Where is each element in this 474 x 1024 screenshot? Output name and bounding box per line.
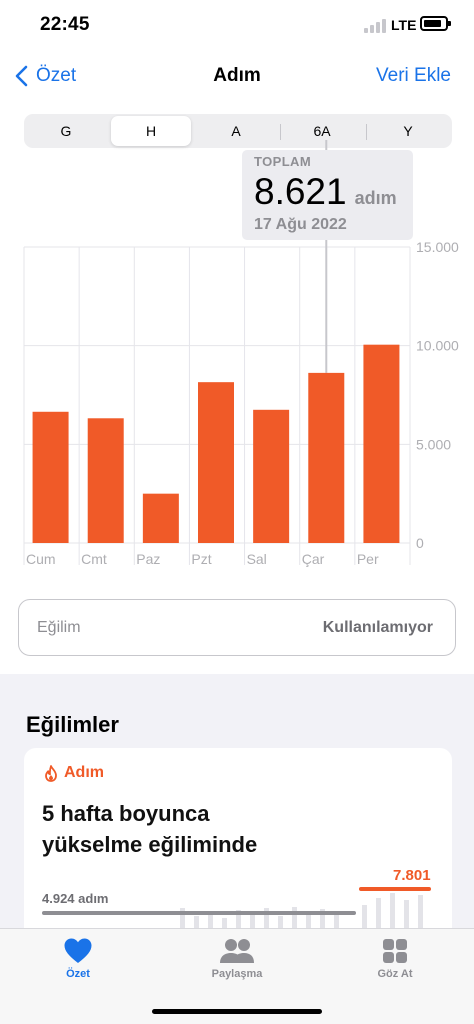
status-bar: 22:45 LTE	[0, 0, 474, 50]
tooltip-unit: adım	[354, 188, 397, 208]
chart-card: G H A 6A Y 15.000 10.000 5.000 0 Cum Cmt Paz Pz…	[0, 102, 474, 674]
tooltip-label: TOPLAM	[254, 154, 312, 169]
chart-bar	[32, 411, 69, 543]
x-tick-label: Pzt	[191, 551, 211, 567]
battery-icon	[420, 16, 451, 31]
home-indicator	[152, 1009, 322, 1014]
trend-baseline-line	[42, 911, 356, 915]
chart-bar	[198, 382, 234, 543]
tab-summary-label: Özet	[66, 968, 90, 980]
tab-browse[interactable]: Göz At	[335, 937, 455, 980]
flame-icon	[45, 764, 57, 782]
y-tick-label: 15.000	[416, 239, 459, 255]
tab-browse-label: Göz At	[377, 968, 413, 980]
trend-card-line2: yükselme eğiliminde	[42, 832, 258, 857]
x-tick-label: Çar	[302, 551, 325, 567]
tooltip-date: 17 Ağu 2022	[254, 216, 347, 233]
y-tick-label: 5.000	[416, 436, 451, 452]
chart-bar	[363, 344, 400, 543]
selection-tooltip: TOPLAM 8.621 adım 17 Ağu 2022	[242, 150, 413, 240]
x-tick-label: Cum	[26, 551, 56, 567]
grid-icon	[383, 939, 407, 963]
tooltip-value: 8.621	[254, 171, 347, 212]
y-tick-label: 0	[416, 535, 424, 551]
chart-bar	[308, 372, 345, 543]
trend-current-line	[359, 887, 431, 891]
trends-section-title: Eğilimler	[26, 712, 119, 737]
trend-card-category: Adım	[64, 764, 104, 781]
trend-status: Kullanılamıyor	[322, 619, 433, 636]
network-label: LTE	[391, 17, 417, 33]
trend-card[interactable]: Adım 5 hafta boyunca yükselme eğiliminde…	[24, 748, 452, 948]
trend-row[interactable]: Eğilim Kullanılamıyor	[18, 599, 456, 656]
trend-label: Eğilim	[37, 619, 81, 636]
chart-bar	[253, 409, 290, 543]
chart-bar	[87, 418, 124, 543]
heart-icon	[64, 938, 92, 963]
status-time: 22:45	[40, 14, 90, 35]
signal-icon	[364, 19, 386, 33]
trend-card-baseline-value: 4.924 adım	[42, 891, 109, 906]
people-icon	[220, 939, 254, 963]
trend-card-text: 5 hafta boyunca yükselme eğiliminde	[42, 798, 257, 860]
navigation-bar: Özet Adım Veri Ekle	[0, 50, 474, 102]
chart-bar	[142, 493, 179, 543]
trend-card-current-value: 7.801	[393, 867, 431, 884]
x-tick-label: Sal	[247, 551, 267, 567]
tab-sharing-label: Paylaşma	[211, 968, 263, 980]
trend-card-header: Adım	[44, 764, 104, 782]
x-tick-label: Per	[357, 551, 379, 567]
x-tick-label: Paz	[136, 551, 160, 567]
tab-sharing[interactable]: Paylaşma	[177, 937, 297, 980]
y-tick-label: 10.000	[416, 338, 459, 354]
tooltip-value-row: 8.621 adım	[254, 171, 413, 213]
trend-card-line1: 5 hafta boyunca	[42, 801, 210, 826]
add-data-button[interactable]: Veri Ekle	[376, 65, 451, 87]
tab-summary[interactable]: Özet	[18, 937, 138, 980]
x-tick-label: Cmt	[81, 551, 107, 567]
